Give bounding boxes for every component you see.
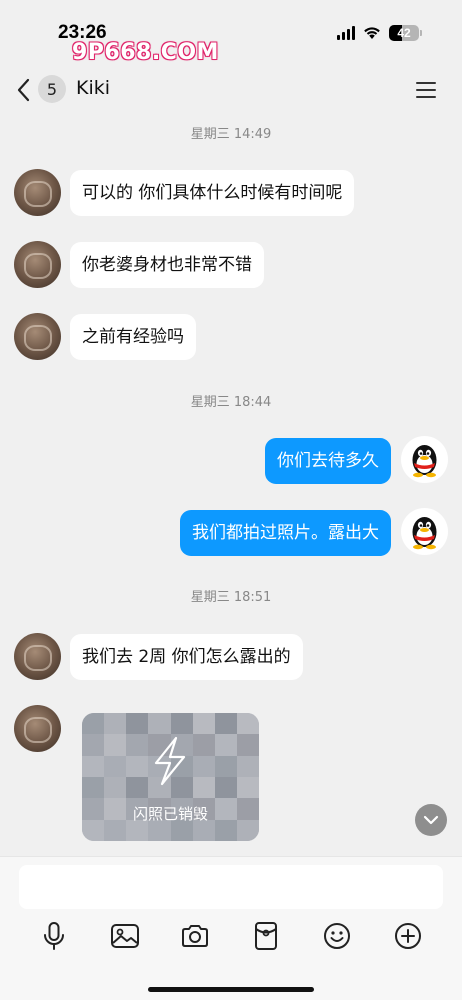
home-indicator[interactable] — [148, 987, 314, 992]
contact-avatar[interactable] — [14, 313, 61, 360]
camera-button[interactable] — [178, 919, 212, 953]
status-icons: 42 — [337, 25, 422, 41]
emoji-icon — [324, 923, 350, 949]
plus-icon — [395, 923, 421, 949]
chat-messages[interactable]: 星期三 14:49 可以的 你们具体什么时候有时间呢 你老婆身材也非常不错 之前… — [0, 112, 462, 856]
incoming-message[interactable]: 之前有经验吗 — [70, 314, 196, 360]
back-arrow-icon[interactable] — [14, 76, 34, 104]
unread-count-badge[interactable]: 5 — [38, 75, 66, 103]
flash-photo-card[interactable]: 闪照已销毁 — [82, 713, 259, 841]
outgoing-message[interactable]: 我们都拍过照片。露出大 — [180, 510, 391, 556]
scroll-to-bottom-button[interactable] — [415, 804, 447, 836]
flash-photo-destroyed-label: 闪照已销毁 — [132, 805, 208, 823]
signal-icon — [337, 26, 355, 40]
contact-avatar[interactable] — [14, 241, 61, 288]
input-area — [0, 856, 462, 1000]
contact-name: Kiki — [76, 77, 111, 99]
battery-icon: 42 — [389, 25, 422, 41]
more-button[interactable] — [391, 919, 425, 953]
watermark-text: 9P668.COM — [72, 40, 219, 65]
incoming-message[interactable]: 我们去 2周 你们怎么露出的 — [70, 634, 303, 680]
contact-avatar[interactable] — [14, 705, 61, 752]
my-avatar[interactable] — [401, 508, 448, 555]
menu-icon[interactable] — [414, 80, 438, 100]
voice-button[interactable] — [37, 919, 71, 953]
image-icon — [111, 924, 139, 948]
penguin-icon — [412, 445, 437, 478]
message-input[interactable] — [19, 865, 443, 909]
message-timestamp: 星期三 18:44 — [190, 395, 272, 410]
my-avatar[interactable] — [401, 436, 448, 483]
message-timestamp: 星期三 14:49 — [190, 127, 272, 142]
contact-avatar[interactable] — [14, 169, 61, 216]
incoming-message[interactable]: 可以的 你们具体什么时候有时间呢 — [70, 170, 355, 216]
outgoing-message[interactable]: 你们去待多久 — [265, 438, 391, 484]
status-bar: 23:26 9P668.COM 42 — [0, 0, 462, 65]
battery-level: 42 — [397, 26, 411, 40]
microphone-icon — [44, 922, 64, 950]
incoming-message[interactable]: 你老婆身材也非常不错 — [70, 242, 264, 288]
camera-icon — [182, 925, 208, 947]
emoji-button[interactable] — [320, 919, 354, 953]
photo-button[interactable] — [108, 919, 142, 953]
lightning-icon — [154, 736, 186, 786]
message-timestamp: 星期三 18:51 — [190, 590, 272, 605]
red-packet-button[interactable] — [249, 919, 283, 953]
input-toolbar — [0, 919, 462, 953]
penguin-icon — [412, 517, 437, 550]
contact-avatar[interactable] — [14, 633, 61, 680]
chevron-down-icon — [423, 815, 439, 825]
chat-header: 5 Kiki — [0, 68, 462, 112]
red-packet-icon — [255, 922, 277, 950]
wifi-icon — [364, 27, 380, 39]
